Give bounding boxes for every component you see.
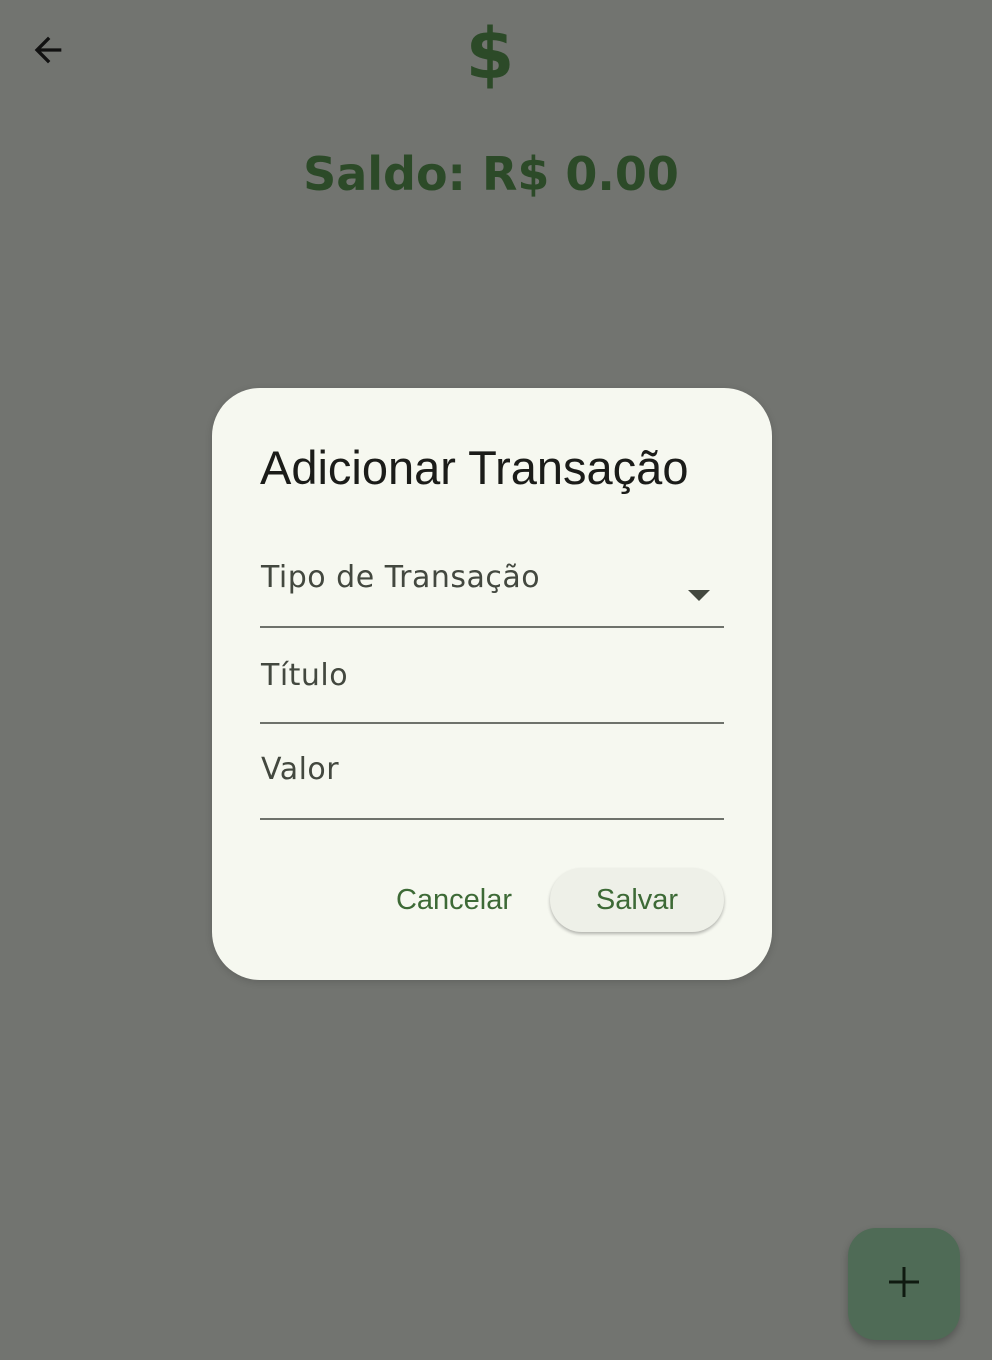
value-label: Valor — [261, 752, 340, 787]
dialog-title: Adicionar Transação — [260, 441, 689, 494]
dropdown-arrow-icon — [688, 590, 710, 601]
balance-text: Saldo: R$ 0.00 — [303, 147, 679, 201]
arrow-left-icon — [28, 30, 68, 75]
title-label: Título — [261, 658, 349, 693]
transaction-type-label: Tipo de Transação — [261, 560, 541, 595]
add-transaction-dialog: Adicionar Transação Tipo de Transação Tí… — [212, 388, 772, 980]
transaction-type-dropdown[interactable]: Tipo de Transação — [260, 546, 724, 628]
plus-icon — [886, 1264, 922, 1305]
cancel-button[interactable]: Cancelar — [384, 868, 524, 932]
dollar-logo-icon: $ — [465, 13, 515, 95]
back-button[interactable] — [24, 28, 72, 76]
value-field[interactable]: Valor — [260, 736, 724, 820]
save-button[interactable]: Salvar — [550, 868, 724, 932]
title-field[interactable]: Título — [260, 640, 724, 724]
add-transaction-fab[interactable] — [848, 1228, 960, 1340]
